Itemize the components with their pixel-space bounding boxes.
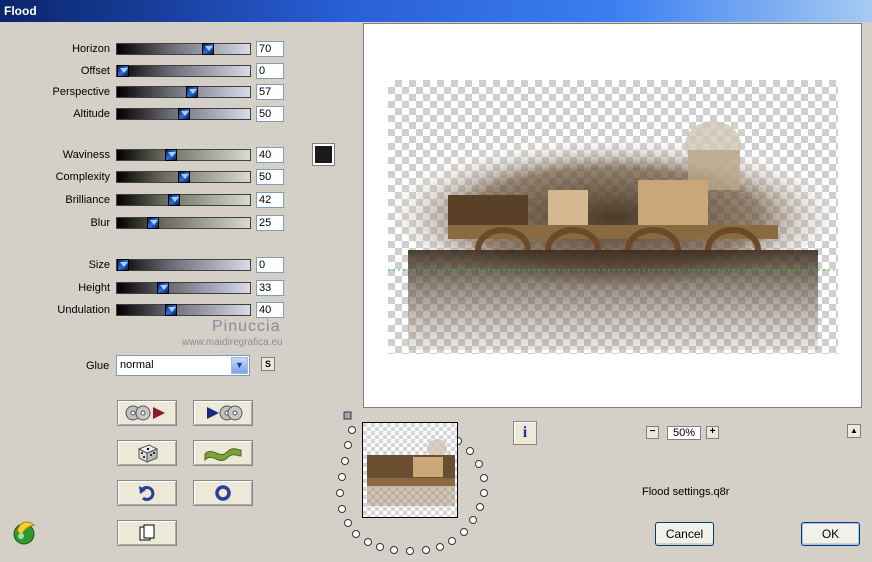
altitude-value-field[interactable]: 50: [256, 106, 284, 122]
window-title: Flood: [0, 0, 872, 22]
preview-image: [388, 121, 838, 350]
color-swatch[interactable]: [312, 143, 335, 166]
perspective-slider-thumb[interactable]: [186, 86, 198, 98]
complexity-slider[interactable]: [116, 171, 251, 183]
size-slider[interactable]: [116, 259, 251, 271]
slider-row-altitude: Altitude 50: [0, 106, 290, 124]
altitude-slider-thumb[interactable]: [178, 108, 190, 120]
altitude-slider[interactable]: [116, 108, 251, 120]
reset-icon: [215, 485, 231, 501]
save-preset-icon: [207, 405, 243, 421]
brilliance-slider[interactable]: [116, 194, 251, 206]
undulation-label: Undulation: [57, 304, 110, 316]
zoom-out-button[interactable]: −: [646, 426, 659, 439]
complexity-slider-thumb[interactable]: [178, 171, 190, 183]
slider-row-blur: Blur 25: [0, 215, 290, 233]
waviness-slider[interactable]: [116, 149, 251, 161]
ok-button[interactable]: OK: [801, 522, 860, 546]
cancel-button[interactable]: Cancel: [655, 522, 714, 546]
undulation-slider-thumb[interactable]: [165, 304, 177, 316]
undulation-value-field[interactable]: 40: [256, 302, 284, 318]
wave-icon: [204, 448, 242, 462]
navigator-thumbnail[interactable]: [362, 422, 458, 518]
perspective-slider[interactable]: [116, 86, 251, 98]
slider-row-height: Height 33: [0, 280, 290, 298]
watermark-site: www.maidiregrafica.eu: [182, 337, 283, 348]
glue-label: Glue: [86, 360, 110, 372]
load-preset-icon: [125, 405, 165, 421]
thumbnail-image: [363, 423, 457, 517]
reset-button[interactable]: [193, 480, 253, 506]
height-label: Height: [78, 282, 110, 294]
slider-row-brilliance: Brilliance 42: [0, 192, 290, 210]
slider-row-waviness: Waviness 40: [0, 147, 290, 165]
wave-preset-button[interactable]: [193, 440, 253, 466]
circle-handle-icon: [343, 411, 352, 420]
height-slider-thumb[interactable]: [157, 282, 169, 294]
collapse-preview-button[interactable]: ▲: [847, 424, 861, 438]
undo-icon: [139, 485, 155, 501]
slider-row-offset: Offset 0: [0, 63, 290, 81]
horizon-label: Horizon: [72, 43, 110, 55]
info-button[interactable]: i: [513, 421, 537, 445]
zoom-in-button[interactable]: +: [706, 426, 719, 439]
watermark-name: Pinuccia: [212, 318, 281, 335]
glue-option-button[interactable]: S: [261, 357, 275, 371]
slider-row-complexity: Complexity 50: [0, 169, 290, 187]
glue-select-value: normal: [120, 359, 154, 371]
brilliance-value-field[interactable]: 42: [256, 192, 284, 208]
settings-filename: Flood settings.q8r: [642, 486, 730, 498]
waviness-value-field[interactable]: 40: [256, 147, 284, 163]
randomize-settings-button[interactable]: [117, 440, 177, 466]
load-preset-button[interactable]: [117, 400, 177, 426]
horizon-value-field[interactable]: 70: [256, 41, 284, 57]
blur-slider-thumb[interactable]: [147, 217, 159, 229]
slider-row-horizon: Horizon 70: [0, 41, 290, 59]
complexity-label: Complexity: [55, 171, 110, 183]
offset-label: Offset: [80, 65, 110, 77]
offset-slider-thumb[interactable]: [117, 65, 129, 77]
height-value-field[interactable]: 33: [256, 280, 284, 296]
slider-row-perspective: Perspective 57: [0, 84, 290, 102]
copy-icon: [139, 524, 155, 541]
preview-pane[interactable]: [363, 23, 862, 408]
complexity-value-field[interactable]: 50: [256, 169, 284, 185]
size-value-field[interactable]: 0: [256, 257, 284, 273]
size-label: Size: [88, 259, 110, 271]
perspective-value-field[interactable]: 57: [256, 84, 284, 100]
copy-button[interactable]: [117, 520, 177, 546]
size-slider-thumb[interactable]: [117, 259, 129, 271]
waviness-slider-thumb[interactable]: [165, 149, 177, 161]
perspective-label: Perspective: [52, 86, 110, 98]
altitude-label: Altitude: [73, 108, 110, 120]
chevron-down-icon[interactable]: ▼: [231, 357, 248, 374]
brilliance-label: Brilliance: [65, 194, 110, 206]
slider-row-size: Size 0: [0, 257, 290, 275]
preview-canvas: [388, 80, 838, 354]
zoom-level: 50%: [667, 426, 701, 440]
app-logo-icon: [13, 521, 36, 545]
undo-button[interactable]: [117, 480, 177, 506]
waviness-label: Waviness: [62, 149, 110, 161]
blur-slider[interactable]: [116, 217, 251, 229]
blur-value-field[interactable]: 25: [256, 215, 284, 231]
offset-slider[interactable]: [116, 65, 251, 77]
save-preset-button[interactable]: [193, 400, 253, 426]
glue-select[interactable]: normal ▼: [116, 355, 250, 376]
blur-label: Blur: [90, 217, 110, 229]
height-slider[interactable]: [116, 282, 251, 294]
brilliance-slider-thumb[interactable]: [168, 194, 180, 206]
dice-icon: [137, 444, 159, 463]
horizon-slider-thumb[interactable]: [202, 43, 214, 55]
offset-value-field[interactable]: 0: [256, 63, 284, 79]
undulation-slider[interactable]: [116, 304, 251, 316]
horizon-slider[interactable]: [116, 43, 251, 55]
